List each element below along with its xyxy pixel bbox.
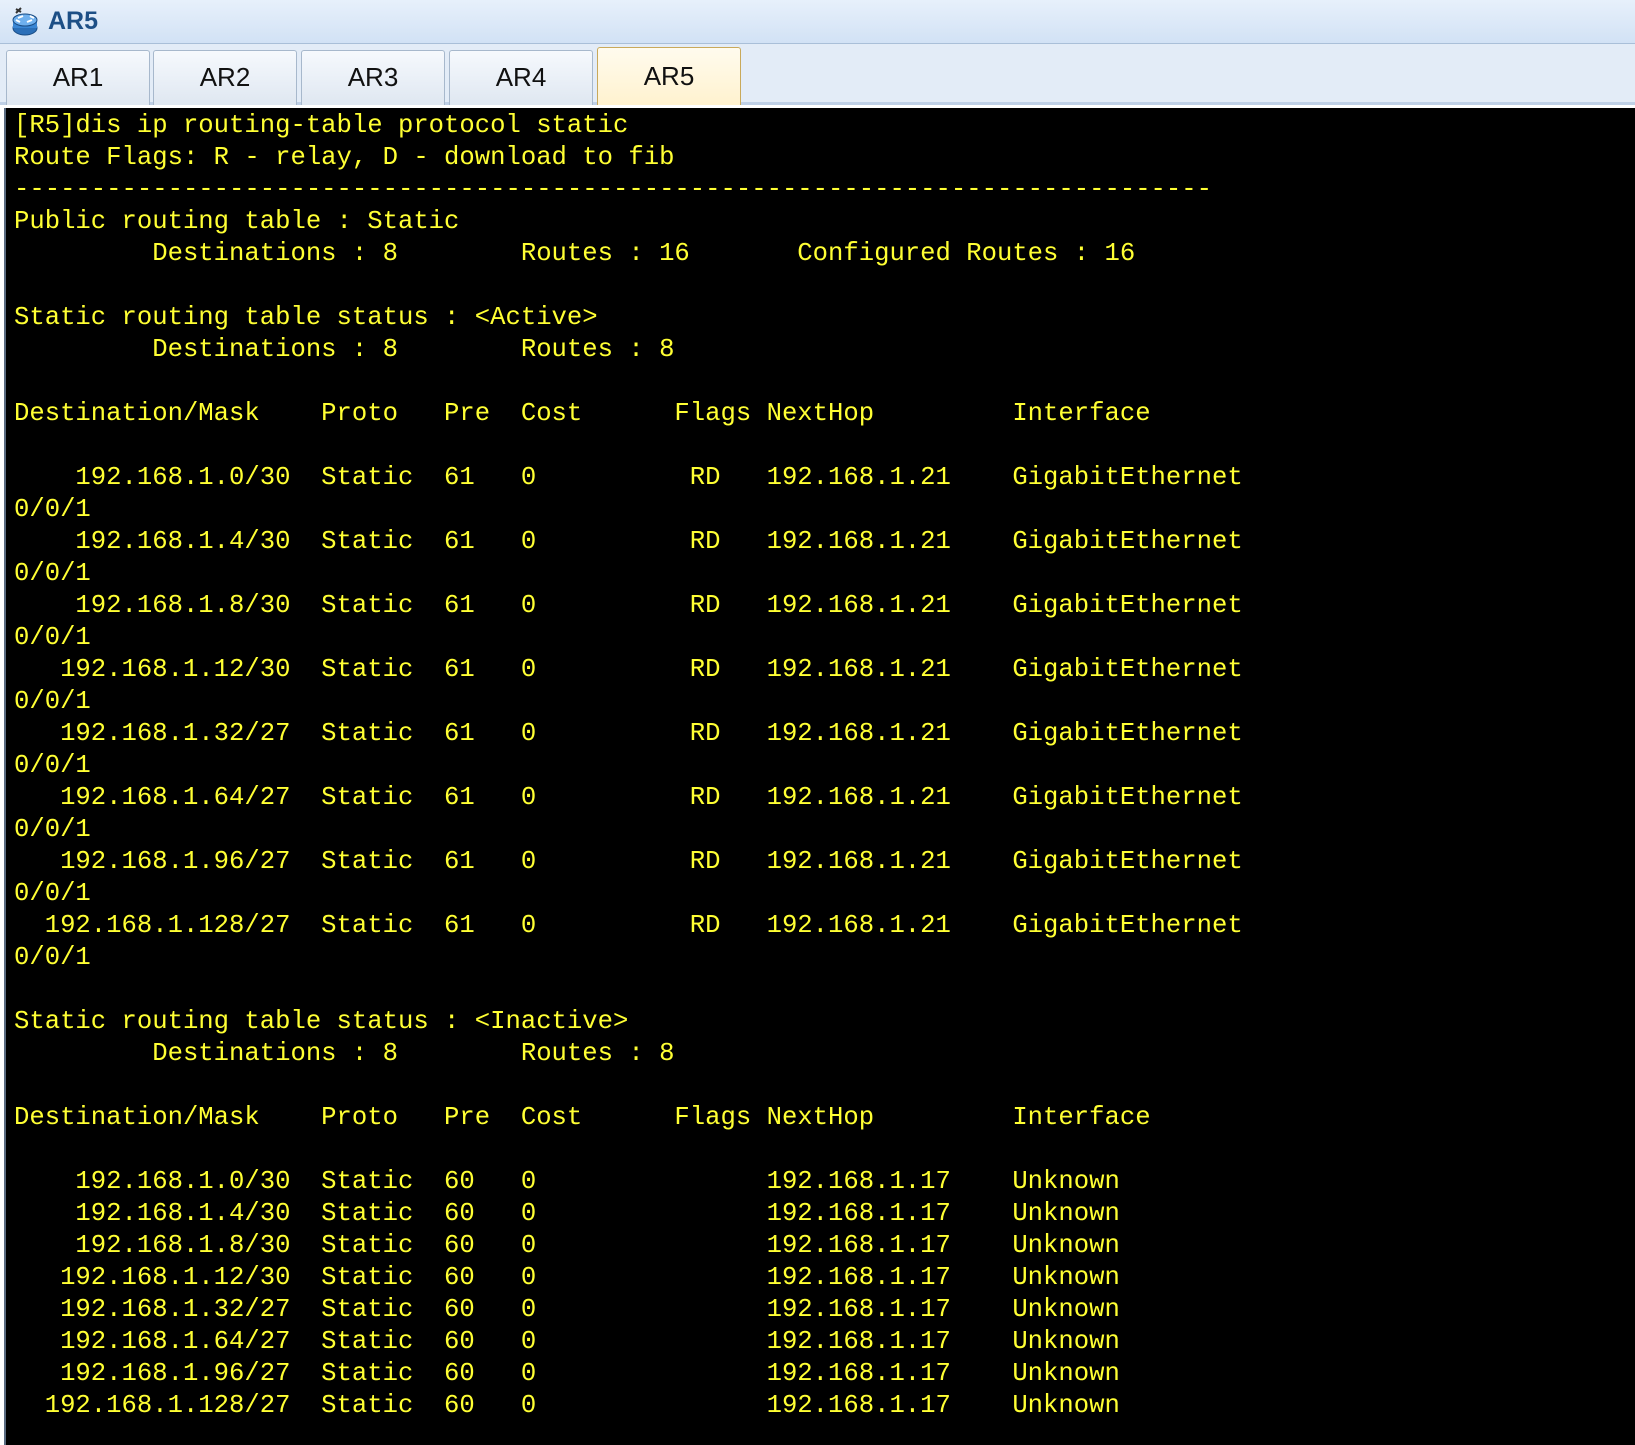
console-line: Destination/Mask Proto Pre Cost Flags Ne… <box>14 1103 1151 1132</box>
console-line: [R5]dis ip routing-table protocol static <box>14 111 629 140</box>
console-line: Static routing table status : <Inactive> <box>14 1007 629 1036</box>
console-line: 0/0/1 <box>14 815 91 844</box>
terminal-console[interactable]: [R5]dis ip routing-table protocol static… <box>4 108 1635 1445</box>
console-line: 0/0/1 <box>14 623 91 652</box>
console-line: 0/0/1 <box>14 559 91 588</box>
tab-ar4[interactable]: AR4 <box>449 50 593 105</box>
console-line: 192.168.1.4/30 Static 60 0 192.168.1.17 … <box>14 1199 1120 1228</box>
console-line: Destinations : 8 Routes : 16 Configured … <box>14 239 1136 268</box>
console-line: 0/0/1 <box>14 943 91 972</box>
console-line: 192.168.1.96/27 Static 61 0 RD 192.168.1… <box>14 847 1243 876</box>
console-line: 192.168.1.0/30 Static 61 0 RD 192.168.1.… <box>14 463 1243 492</box>
console-line: Route Flags: R - relay, D - download to … <box>14 143 675 172</box>
console-line: 192.168.1.12/30 Static 61 0 RD 192.168.1… <box>14 655 1243 684</box>
console-line: 0/0/1 <box>14 687 91 716</box>
device-tabs: AR1 AR2 AR3 AR4 AR5 <box>0 44 1635 105</box>
console-line: 192.168.1.128/27 Static 61 0 RD 192.168.… <box>14 911 1243 940</box>
console-line: 0/0/1 <box>14 751 91 780</box>
console-line: Destination/Mask Proto Pre Cost Flags Ne… <box>14 399 1151 428</box>
console-line: 0/0/1 <box>14 879 91 908</box>
tab-ar1[interactable]: AR1 <box>6 50 150 105</box>
console-line: 192.168.1.64/27 Static 61 0 RD 192.168.1… <box>14 783 1243 812</box>
console-line: Destinations : 8 Routes : 8 <box>14 1039 675 1068</box>
window-title: AR5 <box>48 7 99 35</box>
console-line: 192.168.1.0/30 Static 60 0 192.168.1.17 … <box>14 1167 1120 1196</box>
console-line: 192.168.1.32/27 Static 61 0 RD 192.168.1… <box>14 719 1243 748</box>
console-line: 192.168.1.96/27 Static 60 0 192.168.1.17… <box>14 1359 1120 1388</box>
router-icon <box>10 6 40 38</box>
console-line: 192.168.1.8/30 Static 61 0 RD 192.168.1.… <box>14 591 1243 620</box>
console-line: 192.168.1.8/30 Static 60 0 192.168.1.17 … <box>14 1231 1120 1260</box>
console-output: [R5]dis ip routing-table protocol static… <box>14 110 1243 1422</box>
console-line: 192.168.1.64/27 Static 60 0 192.168.1.17… <box>14 1327 1120 1356</box>
tab-ar3[interactable]: AR3 <box>301 50 445 105</box>
console-line: 192.168.1.32/27 Static 60 0 192.168.1.17… <box>14 1295 1120 1324</box>
window-titlebar: AR5 <box>0 0 1635 44</box>
console-line: 0/0/1 <box>14 495 91 524</box>
console-line: Public routing table : Static <box>14 207 460 236</box>
console-line: Destinations : 8 Routes : 8 <box>14 335 675 364</box>
console-line: 192.168.1.12/30 Static 60 0 192.168.1.17… <box>14 1263 1120 1292</box>
console-line: 192.168.1.4/30 Static 61 0 RD 192.168.1.… <box>14 527 1243 556</box>
console-line: Static routing table status : <Active> <box>14 303 598 332</box>
tab-ar5[interactable]: AR5 <box>597 47 741 105</box>
tab-ar2[interactable]: AR2 <box>153 50 297 105</box>
console-line: 192.168.1.128/27 Static 60 0 192.168.1.1… <box>14 1391 1120 1420</box>
console-line: ----------------------------------------… <box>14 175 1212 204</box>
